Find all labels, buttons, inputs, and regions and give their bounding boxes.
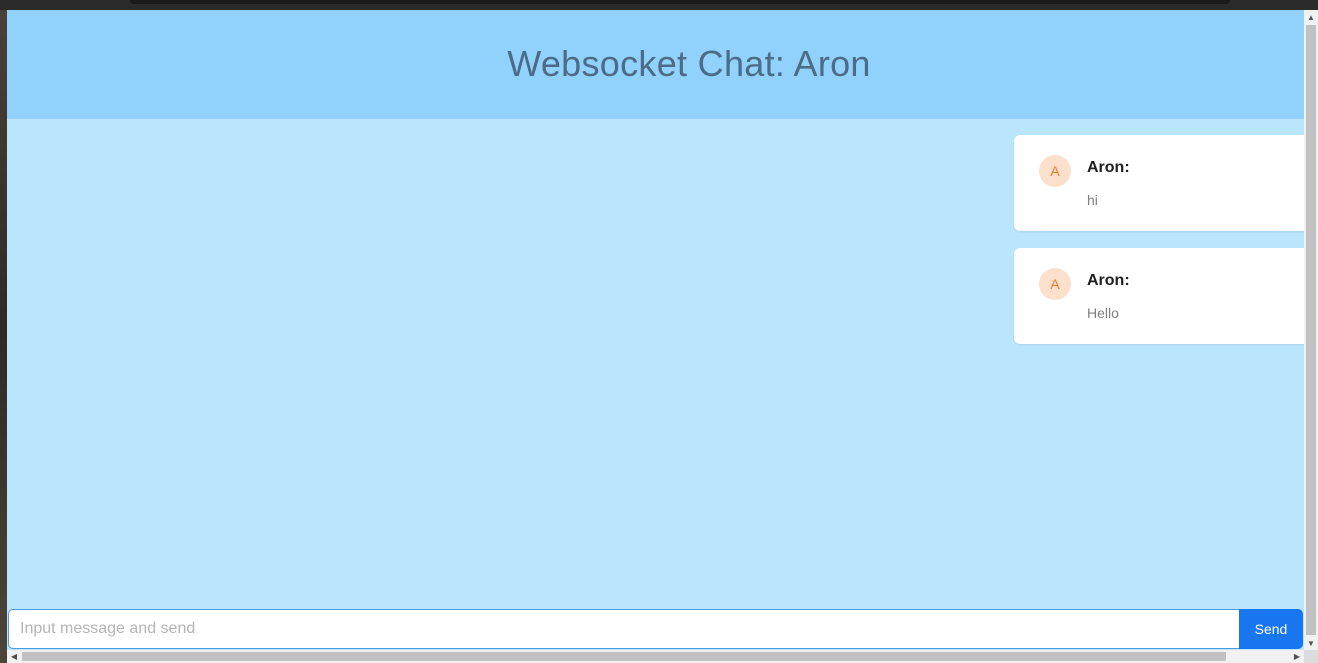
message-author: Aron: <box>1087 159 1130 176</box>
horizontal-scroll-thumb[interactable] <box>22 652 1226 661</box>
message-author: Aron: <box>1087 272 1130 289</box>
chat-page: Websocket Chat: Aron A Aron: hi A Aron: … <box>7 10 1304 650</box>
message-composer: Send <box>8 609 1303 649</box>
vertical-scrollbar[interactable]: ▲ ▼ <box>1304 10 1318 650</box>
message-text: hi <box>1087 192 1098 208</box>
message-text: Hello <box>1087 305 1119 321</box>
desktop-background <box>0 0 7 663</box>
scroll-down-arrow-icon[interactable]: ▼ <box>1304 636 1318 650</box>
message-list: A Aron: hi A Aron: Hello <box>7 119 1304 609</box>
page-title: Websocket Chat: Aron <box>507 43 871 84</box>
scroll-left-arrow-icon[interactable]: ◀ <box>7 650 21 663</box>
chat-header: Websocket Chat: Aron <box>7 10 1304 119</box>
browser-tab-edge <box>130 0 1230 4</box>
send-button[interactable]: Send <box>1239 609 1303 649</box>
message-card: A Aron: Hello <box>1014 248 1304 344</box>
browser-top-bar <box>0 0 1318 10</box>
horizontal-scrollbar[interactable]: ◀ ▶ <box>7 650 1304 663</box>
scroll-right-arrow-icon[interactable]: ▶ <box>1290 650 1304 663</box>
avatar: A <box>1039 268 1071 300</box>
message-card: A Aron: hi <box>1014 135 1304 231</box>
scrollbar-corner <box>1304 650 1318 663</box>
scroll-up-arrow-icon[interactable]: ▲ <box>1304 10 1318 24</box>
vertical-scroll-thumb[interactable] <box>1306 25 1316 635</box>
avatar: A <box>1039 155 1071 187</box>
message-input[interactable] <box>8 609 1240 649</box>
